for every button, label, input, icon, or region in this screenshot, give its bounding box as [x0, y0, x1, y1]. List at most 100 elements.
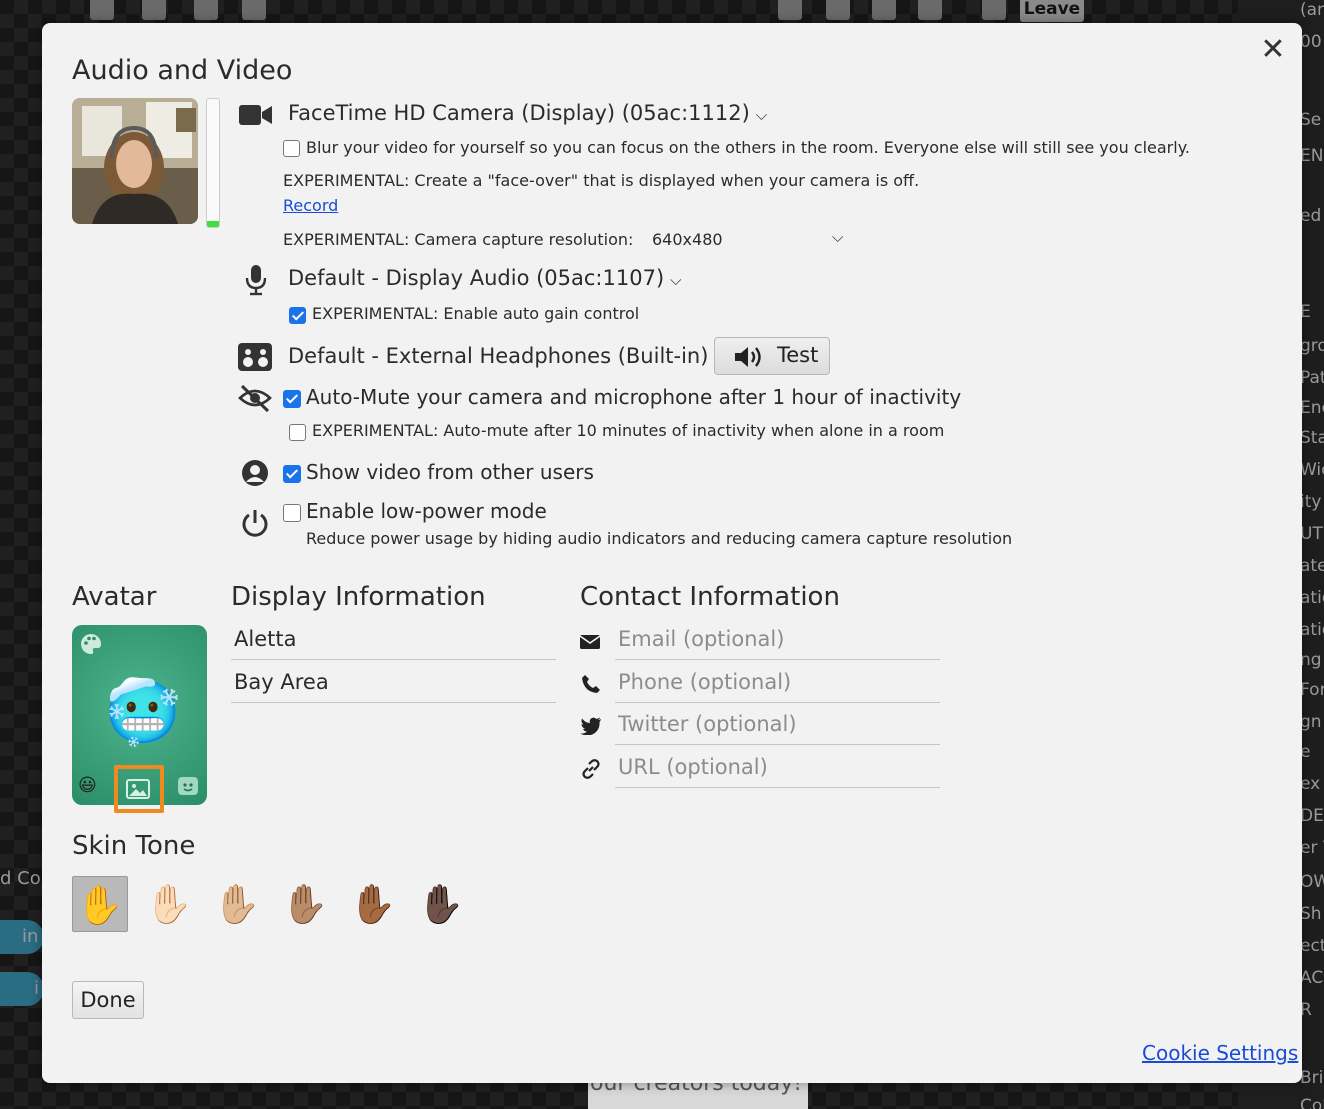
phone-placeholder: Phone (optional) — [618, 670, 792, 694]
chevron-down-icon: ⌵ — [755, 106, 768, 124]
camera-device-label: FaceTime HD Camera (Display) (05ac:1112) — [288, 101, 750, 125]
skin-tone-option[interactable]: ✋🏽 — [277, 876, 333, 932]
show-video-checkbox[interactable] — [283, 465, 301, 483]
side-panel-text: ed — [1300, 206, 1322, 226]
side-panel-text: ect — [1300, 936, 1324, 956]
side-panel-text: For — [1300, 680, 1324, 700]
map-icon[interactable] — [90, 0, 114, 20]
low-power-checkbox[interactable] — [283, 504, 301, 522]
skin-tone-option[interactable]: ✋🏻 — [141, 876, 197, 932]
brush-icon[interactable] — [778, 0, 802, 20]
display-info-heading: Display Information — [231, 582, 486, 612]
display-name-field[interactable]: Aletta — [231, 627, 556, 660]
background-bottom-card: our creators today! — [588, 1083, 808, 1109]
skin-tone-heading: Skin Tone — [72, 831, 196, 861]
side-panel-text: Star — [1300, 428, 1324, 448]
side-panel-text: OW — [1300, 872, 1324, 892]
auto-gain-label: EXPERIMENTAL: Enable auto gain control — [312, 304, 640, 323]
display-name-value: Aletta — [234, 627, 297, 651]
palette-icon[interactable] — [80, 633, 102, 655]
side-panel-text: Se — [1300, 110, 1322, 130]
sticker-icon[interactable] — [176, 775, 200, 799]
chevron-down-icon: ⌵ — [832, 228, 844, 246]
side-panel-text: DEF — [1300, 806, 1324, 826]
location-field[interactable]: Bay Area — [231, 670, 556, 703]
twitter-field[interactable]: Twitter (optional) — [615, 712, 940, 745]
auto-gain-checkbox[interactable] — [289, 307, 306, 324]
user-circle-icon — [242, 460, 268, 486]
auto-mute-alone-label: EXPERIMENTAL: Auto-mute after 10 minutes… — [312, 421, 945, 440]
skin-tone-option[interactable]: ✋🏾 — [345, 876, 401, 932]
envelope-icon — [580, 635, 600, 649]
side-panel-text: Wic — [1300, 460, 1324, 480]
avatar-heading: Avatar — [72, 582, 157, 612]
side-panel-text: gro — [1300, 336, 1324, 356]
speaker-device-label: Default - External Headphones (Built-in) — [288, 344, 709, 368]
left-fragment-text: d Co — [0, 868, 41, 889]
chevron-down-icon: ⌵ — [670, 271, 682, 289]
cookie-settings-link[interactable]: Cookie Settings — [1142, 1041, 1298, 1065]
emoji-picker-icon[interactable]: 😃 — [78, 775, 100, 797]
side-panel-text: ity — [1300, 492, 1322, 512]
speaker-select[interactable]: Default - External Headphones (Built-in)… — [288, 344, 726, 368]
image-upload-highlight — [114, 765, 164, 813]
side-panel-text: Sh — [1300, 904, 1322, 924]
calendar-icon[interactable] — [242, 0, 266, 20]
record-link[interactable]: Record — [283, 196, 338, 215]
side-panel-text: Brightne — [1300, 1068, 1324, 1088]
url-field[interactable]: URL (optional) — [615, 755, 940, 788]
faceover-label: EXPERIMENTAL: Create a "face-over" that … — [283, 171, 920, 190]
auto-mute-checkbox[interactable] — [283, 390, 301, 408]
side-panel-text: gn — [1300, 712, 1322, 732]
power-icon — [242, 510, 268, 537]
resolution-select[interactable]: 640x480 ⌵ — [652, 228, 852, 249]
volume-icon — [735, 347, 761, 367]
side-panel-text: atio — [1300, 620, 1324, 640]
door-icon[interactable] — [194, 0, 218, 20]
avatar-emoji: 🥶 — [104, 675, 182, 748]
skin-tone-option[interactable]: ✋🏿 — [413, 876, 469, 932]
eye-slash-icon — [238, 384, 272, 413]
side-panel-text: UT — [1300, 524, 1323, 544]
test-button-label: Test — [777, 343, 819, 367]
twitter-placeholder: Twitter (optional) — [618, 712, 797, 736]
url-placeholder: URL (optional) — [618, 755, 768, 779]
microphone-select[interactable]: Default - Display Audio (05ac:1107) ⌵ — [288, 266, 682, 290]
resolution-value: 640x480 — [652, 230, 723, 249]
audio-video-modal: ✕ Audio and Video FaceTime HD Camera (Di… — [42, 23, 1302, 1083]
share-icon[interactable] — [918, 0, 942, 20]
link-icon — [582, 759, 600, 779]
background-bottom-text: our creators today! — [590, 1083, 803, 1096]
side-panel-text: atio — [1300, 588, 1324, 608]
side-panel-text: EN — [1300, 146, 1324, 166]
settings-gear-icon[interactable] — [982, 0, 1006, 20]
side-panel-text: Color M — [1300, 1096, 1324, 1109]
camera-toolbar-icon[interactable] — [826, 0, 850, 20]
email-field[interactable]: Email (optional) — [615, 627, 940, 660]
side-panel-text: ng — [1300, 650, 1322, 670]
blur-video-checkbox[interactable] — [283, 140, 300, 157]
chat-icon[interactable] — [142, 0, 166, 20]
background-toolbar: Leave — [0, 0, 1324, 22]
auto-mute-alone-checkbox[interactable] — [289, 424, 306, 441]
done-button[interactable]: Done — [72, 981, 144, 1019]
microphone-device-label: Default - Display Audio (05ac:1107) — [288, 266, 665, 290]
leave-button[interactable]: Leave — [1020, 0, 1084, 22]
side-panel-text: ate — [1300, 556, 1324, 576]
skin-tone-option[interactable]: ✋🏼 — [209, 876, 265, 932]
close-button[interactable]: ✕ — [1258, 35, 1288, 65]
twitter-icon — [580, 717, 601, 735]
microphone-icon — [245, 265, 267, 296]
location-value: Bay Area — [234, 670, 329, 694]
audio-level-meter — [206, 98, 220, 228]
side-panel-text: Path — [1300, 368, 1324, 388]
blur-video-label: Blur your video for yourself so you can … — [306, 138, 1190, 157]
modal-title: Audio and Video — [72, 55, 293, 86]
auto-mute-label: Auto-Mute your camera and microphone aft… — [306, 385, 962, 409]
skin-tone-option[interactable]: ✋ — [72, 876, 128, 932]
test-speaker-button[interactable]: Test — [714, 337, 830, 375]
camera-select[interactable]: FaceTime HD Camera (Display) (05ac:1112)… — [288, 101, 767, 125]
phone-field[interactable]: Phone (optional) — [615, 670, 940, 703]
resolution-label: EXPERIMENTAL: Camera capture resolution: — [283, 230, 634, 249]
mic-toolbar-icon[interactable] — [872, 0, 896, 20]
